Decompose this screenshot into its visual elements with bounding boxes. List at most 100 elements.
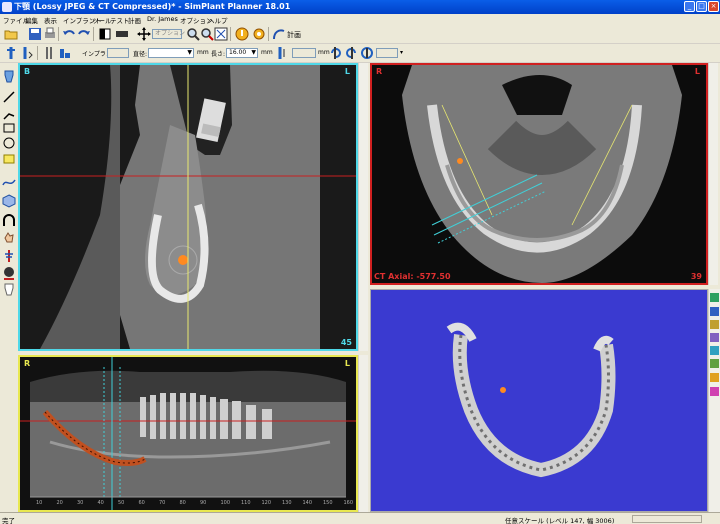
pano-ruler: 10 20 30 40 50 60 70 80 90 100 110 120 130 140 150 160 — [20, 500, 356, 508]
contrast-icon[interactable] — [98, 27, 112, 41]
cross-section-scrollbar[interactable] — [358, 63, 368, 351]
line-icon[interactable] — [2, 90, 16, 104]
save-icon[interactable] — [28, 27, 42, 41]
zoom-out-icon[interactable] — [200, 27, 214, 41]
color-icon[interactable] — [710, 373, 719, 382]
arch-icon[interactable] — [2, 213, 16, 227]
grayscale-icon[interactable] — [115, 27, 129, 41]
menu-edit[interactable]: 編集 — [25, 15, 38, 25]
settings-icon[interactable] — [252, 27, 266, 41]
options-dropdown[interactable]: オプション — [152, 29, 185, 39]
ruler-tick-label: 40 — [97, 500, 104, 506]
menu-view[interactable]: 表示 — [44, 15, 57, 25]
panoramic-scrollbar[interactable] — [358, 355, 368, 512]
tooth-icon[interactable] — [2, 69, 16, 83]
axial-left-marker: R — [376, 67, 383, 76]
cross-right-marker: L — [344, 67, 350, 76]
length-value: 16.00 — [229, 49, 247, 56]
implant-field[interactable] — [107, 48, 129, 58]
fit-view-icon[interactable] — [214, 27, 228, 41]
implant-preview-icon[interactable] — [275, 46, 289, 60]
ruler-tick-label: 110 — [241, 500, 251, 506]
length-unit: mm — [261, 49, 273, 56]
cross-section-image — [20, 65, 356, 349]
rotate-right-icon[interactable] — [344, 46, 358, 60]
axial-image — [372, 65, 706, 283]
face-icon[interactable] — [2, 266, 16, 280]
abutment-icon[interactable] — [42, 46, 56, 60]
circle-icon[interactable] — [2, 136, 16, 150]
menu-help[interactable]: ヘルプ — [208, 15, 228, 25]
title-bar: 下顎 (Lossy JPEG & CT Compressed)* - SimPl… — [0, 0, 720, 14]
plan-icon[interactable] — [272, 27, 286, 41]
pan-icon[interactable] — [137, 27, 151, 41]
print-icon[interactable] — [43, 27, 57, 41]
camera-icon[interactable] — [710, 307, 719, 316]
menu-test[interactable]: テスト — [110, 15, 130, 25]
polyline-icon[interactable] — [2, 107, 16, 121]
cube-icon[interactable] — [2, 194, 16, 208]
close-button[interactable]: × — [708, 1, 719, 12]
ruler-tick-label: 70 — [159, 500, 166, 506]
info-icon[interactable] — [235, 27, 249, 41]
progress-bar — [632, 515, 702, 523]
rectangle-icon[interactable] — [2, 121, 16, 135]
curve-icon[interactable] — [2, 175, 16, 189]
rotate-left-icon[interactable] — [329, 46, 343, 60]
note-icon[interactable] — [2, 152, 16, 166]
cross-section-view[interactable]: B L 45 — [18, 63, 358, 351]
pano-left-marker: R — [24, 359, 31, 368]
menu-tools[interactable]: ツール — [92, 15, 112, 25]
hand-icon[interactable] — [2, 230, 16, 244]
tooth-outline-icon[interactable] — [2, 282, 16, 296]
axial-scrollbar[interactable] — [708, 63, 718, 285]
size-field[interactable] — [292, 48, 316, 58]
axial-view[interactable]: R L CT Axial: -577.50 39 — [370, 63, 708, 285]
minimize-button[interactable]: _ — [684, 1, 695, 12]
menu-plan[interactable]: 計画 — [128, 15, 141, 25]
implant-add-icon[interactable] — [4, 46, 18, 60]
ruler-tick-label: 120 — [261, 500, 272, 506]
rotate-icon[interactable] — [710, 346, 719, 355]
rotate-axis-icon[interactable] — [360, 46, 374, 60]
ruler-tick-label: 10 — [36, 500, 43, 506]
maximize-button[interactable]: □ — [696, 1, 707, 12]
ruler-tick-label: 160 — [343, 500, 354, 506]
opacity-icon[interactable] — [710, 359, 719, 368]
menu-dr-james[interactable]: Dr. James — [147, 15, 178, 23]
ruler-tick-label: 30 — [77, 500, 84, 506]
panoramic-image — [20, 357, 356, 510]
implant-toolbar: インプラント 直径: ▼ mm 長さ: 16.00 ▼ mm mm ▾ — [0, 44, 720, 63]
panoramic-view[interactable]: R L 10 20 30 40 50 60 70 80 90 100 110 120 130 140 150… — [18, 355, 358, 512]
gray-scale-status: 任意スケール (レベル 147, 幅 3006) — [505, 517, 615, 524]
diameter-unit: mm — [197, 49, 209, 56]
reset-icon[interactable] — [710, 387, 719, 396]
light-icon[interactable] — [710, 320, 719, 329]
diameter-select[interactable]: ▼ — [148, 48, 194, 58]
length-select[interactable]: 16.00 ▼ — [226, 48, 258, 58]
3d-jaw-model — [446, 322, 616, 478]
zoom-icon[interactable] — [186, 27, 200, 41]
chevron-down-icon: ▼ — [251, 49, 256, 56]
clip-icon[interactable] — [710, 333, 719, 342]
angle-field[interactable] — [376, 48, 398, 58]
plan-label[interactable]: 計画 — [287, 30, 301, 40]
nerve-icon[interactable] — [58, 46, 72, 60]
chevron-down-icon: ▼ — [187, 49, 192, 56]
undo-icon[interactable] — [62, 27, 76, 41]
ruler-tick-label: 100 — [220, 500, 231, 506]
length-label: 長さ: — [211, 51, 226, 58]
redo-icon[interactable] — [77, 27, 91, 41]
ruler-tick-label: 20 — [56, 500, 63, 506]
3d-view[interactable] — [370, 289, 708, 512]
open-folder-icon[interactable] — [4, 27, 18, 41]
implant-move-icon[interactable] — [20, 46, 34, 60]
cross-slice-number: 45 — [340, 338, 352, 347]
ruler-tick-label: 80 — [179, 500, 186, 506]
ruler-tick-label: 60 — [138, 500, 145, 506]
left-toolbar — [0, 63, 18, 512]
layers-icon[interactable] — [710, 293, 719, 302]
angle-dropdown-icon[interactable]: ▾ — [400, 49, 403, 56]
ruler-tick-label: 90 — [200, 500, 207, 506]
implant-icon[interactable] — [2, 249, 16, 263]
